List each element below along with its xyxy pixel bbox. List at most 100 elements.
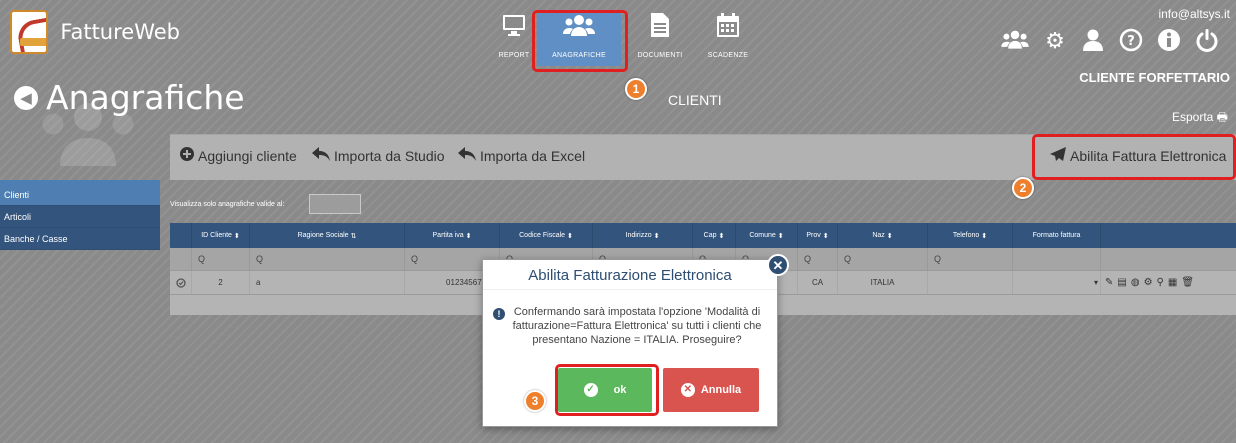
highlight-ok-button [555,364,659,416]
info-icon: ! [493,308,505,320]
close-icon[interactable]: ✕ [767,254,789,276]
cancel-button[interactable]: ✕ Annulla [663,368,759,412]
sort-icon: ⬍ [718,232,725,240]
callout-badge-1: 1 [625,78,647,100]
cliente-type-label: CLIENTE FORFETTARIO [1079,70,1230,85]
plus-circle-icon [180,147,194,165]
sort-icon: ⬍ [822,232,829,240]
times-circle-icon: ✕ [680,383,695,397]
reply-icon [458,147,476,165]
map-marker-icon[interactable]: ⚲ [1157,277,1164,288]
column-header-label: Prov [806,232,821,239]
users-icon[interactable] [1000,28,1030,58]
invoice-icon[interactable]: ▤ [1117,277,1126,288]
sidebar-item-articoli[interactable]: Articoli [0,206,160,228]
column-header-codice-fiscale[interactable]: Codice Fiscale ⬍ [500,223,593,248]
filter-cell [1013,248,1101,270]
column-header-actions [1101,223,1236,248]
add-client-button[interactable]: Aggiungi cliente [180,147,297,165]
filter-input-ragione-sociale[interactable]: Q [250,248,405,270]
column-header-label: Telefono [952,232,980,239]
settings-icon[interactable]: ⚙ [1144,277,1153,288]
cell-naz: ITALIA [838,271,928,294]
dialog-message: Confermando sarà impostata l'opzione 'Mo… [512,306,762,346]
column-header-label: Naz [872,232,885,239]
column-header-comune[interactable]: Comune ⬍ [736,223,798,248]
sort-icon: ⬍ [981,232,988,240]
sort-icon: ⬍ [777,232,784,240]
import-excel-label: Importa da Excel [480,148,586,164]
reply-icon [312,147,330,165]
add-client-label: Aggiungi cliente [198,148,297,164]
column-header-label: Comune [749,232,776,239]
sort-icon: ⬍ [233,232,240,240]
column-header-naz[interactable]: Naz ⬍ [838,223,928,248]
column-header-label: Partita iva [432,232,464,239]
column-header-cap[interactable]: Cap ⬍ [693,223,736,248]
valid-date-filter-label: Visualizza solo anagrafiche valide al: [170,201,285,208]
globe-icon[interactable]: ◍ [1131,277,1140,288]
row-select-icon[interactable] [170,271,192,294]
back-arrow-icon[interactable]: ◀ [14,85,38,110]
highlight-enable-einvoice [1032,134,1236,180]
app-logo[interactable]: FattureWeb [10,9,180,55]
export-link[interactable]: Esporta 🖶 [1172,108,1228,129]
chevron-down-icon: ▾ [1093,278,1098,287]
callout-badge-2: 2 [1012,177,1034,199]
sidebar-item-label: Banche / Casse [4,234,68,244]
filter-input-telefono[interactable]: Q [928,248,1013,270]
import-studio-button[interactable]: Importa da Studio [312,147,445,165]
column-header-label: Ragione Sociale [297,232,349,239]
column-header-label: ID Cliente [201,232,232,239]
user-email[interactable]: info@altsys.it [1158,7,1230,21]
sort-icon: ⬍ [465,232,472,240]
sidebar-item-clienti[interactable]: Clienti [0,180,160,206]
table-header-row: ID Cliente ⬍ Ragione Sociale ⇅ Partita i… [170,223,1236,248]
column-header-partita-iva[interactable]: Partita iva ⬍ [405,223,500,248]
cancel-label: Annulla [700,384,742,396]
print-icon[interactable]: ▦ [1168,277,1177,288]
column-header-formato-fattura[interactable]: Formato fattura [1013,223,1101,248]
power-icon[interactable] [1192,28,1222,58]
user-icon[interactable] [1078,28,1108,58]
highlight-anagrafiche [532,10,628,72]
import-studio-label: Importa da Studio [334,148,445,164]
valid-date-filter-input[interactable] [309,194,361,214]
callout-badge-3: 3 [524,390,546,412]
trash-icon[interactable]: 🗑 [1181,277,1194,288]
svg-text:?: ? [1127,34,1135,49]
nav-tab-scadenze[interactable]: SCADENZE [688,10,768,66]
import-excel-button[interactable]: Importa da Excel [458,147,585,165]
sidebar: Clienti Articoli Banche / Casse [0,180,160,250]
nav-tab-label: REPORT [498,52,530,59]
print-icon: 🖶 [1216,110,1228,124]
app-window: FattureWeb REPORT ANAGRAFICHE DOCUMENTI … [0,0,1236,443]
page-title-text: Anagrafiche [46,78,245,117]
row-actions: ✎ ▤ ◍ ⚙ ⚲ ▦ 🗑 [1101,271,1236,294]
filter-input-id[interactable]: Q [192,248,250,270]
info-icon[interactable] [1154,28,1184,58]
cell-telefono [928,271,1013,294]
gears-icon[interactable]: ⚙ [1040,28,1070,54]
filter-cell [1101,248,1236,270]
column-header-label: Indirizzo [625,232,652,239]
invoice-format-dropdown[interactable]: ▾ [1013,271,1101,294]
column-header-ragione-sociale[interactable]: Ragione Sociale ⇅ [250,223,405,248]
help-icon[interactable]: ? [1116,28,1146,58]
column-header-indirizzo[interactable]: Indirizzo ⬍ [593,223,693,248]
column-header-id-cliente[interactable]: ID Cliente ⬍ [192,223,250,248]
filter-input-naz[interactable]: Q [838,248,928,270]
edit-pencil-icon[interactable]: ✎ [1105,277,1113,288]
column-header-label: Codice Fiscale [519,232,566,239]
column-header [170,223,192,248]
column-header-label: Formato fattura [1032,232,1081,239]
sort-icon: ⬍ [886,232,893,240]
cell-ragione-sociale: a [250,271,405,294]
cell-id-cliente: 2 [192,271,250,294]
nav-tab-label: SCADENZE [707,52,749,59]
filter-input-prov[interactable]: Q [798,248,838,270]
column-header-prov[interactable]: Prov ⬍ [798,223,838,248]
column-header-telefono[interactable]: Telefono ⬍ [928,223,1013,248]
calendar-icon [688,12,768,44]
sidebar-item-banche-casse[interactable]: Banche / Casse [0,228,160,250]
